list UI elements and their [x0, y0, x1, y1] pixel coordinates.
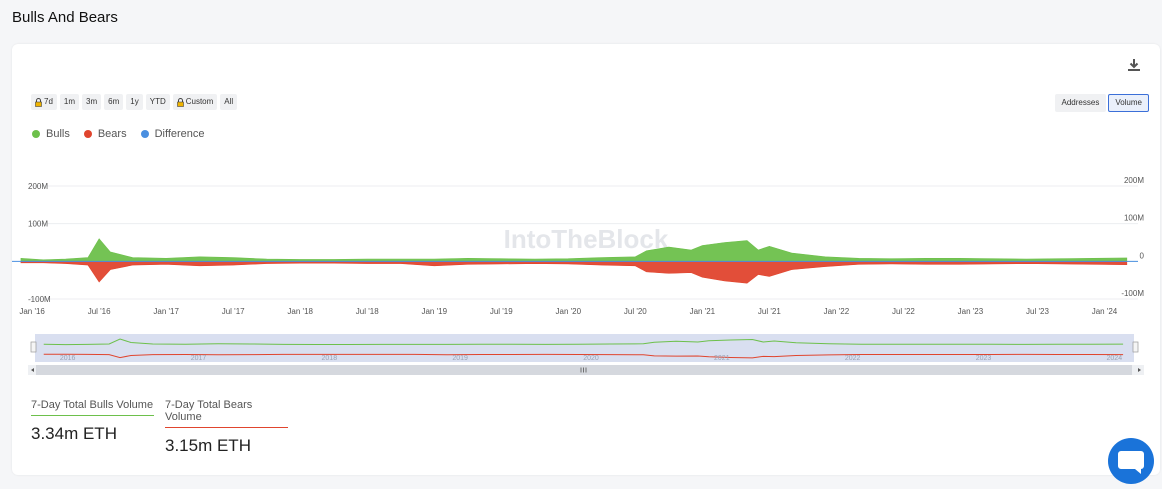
range-navigator[interactable]: 2016 2017 2018 2019 2020 2021 2022 2023 2024	[12, 332, 1160, 378]
navigator-scrollbar-thumb	[36, 365, 1132, 375]
addresses-mode-button[interactable]: Addresses	[1054, 94, 1107, 112]
navigator-year-label: 2021	[714, 355, 730, 362]
range-3m-button[interactable]: 3m	[82, 94, 102, 110]
x-tick: Jul '20	[624, 307, 647, 316]
navigator-year-label: 2023	[976, 355, 992, 362]
range-label: Custom	[185, 97, 214, 106]
navigator-year-label: 2020	[583, 355, 599, 362]
legend-label: Difference	[154, 128, 205, 140]
legend-label: Bulls	[46, 128, 70, 140]
x-tick: Jul '19	[490, 307, 513, 316]
stat-value: 3.15m ETH	[165, 436, 251, 455]
stat-underline	[31, 415, 154, 416]
legend-bulls[interactable]: Bulls	[32, 128, 70, 140]
range-1m-button[interactable]: 1m	[59, 94, 80, 110]
x-tick: Jul '17	[222, 307, 245, 316]
navigator-year-label: 2016	[60, 355, 76, 362]
bears-volume-stat: 7-Day Total Bears Volume 3.15m ETH	[165, 399, 288, 456]
navigator-year-label: 2018	[322, 355, 338, 362]
navigator-year-label: 2017	[191, 355, 207, 362]
navigator-year-label: 2024	[1107, 355, 1123, 362]
volume-mode-button[interactable]: Volume	[1108, 94, 1149, 112]
x-tick: Jul '18	[356, 307, 379, 316]
stat-label: 7-Day Total Bears Volume	[165, 399, 253, 423]
navigator-year-label: 2022	[845, 355, 861, 362]
x-tick: Jul '16	[88, 307, 111, 316]
lock-icon	[176, 97, 184, 107]
x-tick: Jan '22	[824, 307, 850, 316]
x-tick: Jan '18	[287, 307, 313, 316]
x-tick: Jan '19	[421, 307, 447, 316]
x-tick: Jul '23	[1026, 307, 1049, 316]
x-tick: Jan '23	[958, 307, 984, 316]
range-all-button[interactable]: All	[220, 94, 238, 110]
chat-bubble-icon	[1118, 451, 1144, 474]
y-tick-left: 100M	[28, 220, 48, 229]
page-title: Bulls And Bears	[12, 9, 118, 26]
range-6m-button[interactable]: 6m	[104, 94, 124, 110]
y-tick-right: -100M	[1121, 289, 1144, 298]
range-7d-button[interactable]: 7d	[31, 94, 57, 110]
y-tick-right: 200M	[1124, 176, 1144, 185]
range-custom-button[interactable]: Custom	[172, 94, 218, 110]
legend-label: Bears	[97, 128, 127, 140]
bulls-volume-stat: 7-Day Total Bulls Volume 3.34m ETH	[31, 399, 154, 456]
y-tick-left: -100M	[28, 295, 51, 304]
x-tick: Jan '24	[1092, 307, 1118, 316]
x-tick: Jan '20	[556, 307, 582, 316]
chart-legend: Bulls Bears Difference	[32, 128, 205, 140]
x-tick: Jul '22	[892, 307, 915, 316]
x-tick: Jan '17	[153, 307, 179, 316]
x-tick: Jul '21	[758, 307, 781, 316]
legend-bears[interactable]: Bears	[83, 128, 127, 140]
stat-underline	[165, 427, 288, 428]
y-tick-right: 100M	[1124, 214, 1144, 223]
series-area-bears	[20, 261, 1128, 284]
legend-dot	[140, 130, 149, 138]
time-range-selector: 7d 1m 3m 6m 1y YTD Custom All	[31, 94, 238, 110]
chart-card: 7d 1m 3m 6m 1y YTD Custom All Addresses …	[12, 44, 1160, 475]
stat-value: 3.34m ETH	[31, 424, 117, 443]
navigator-handle-right	[1132, 341, 1139, 353]
download-icon[interactable]	[1126, 57, 1142, 73]
range-ytd-button[interactable]: YTD	[145, 94, 170, 110]
lock-icon	[35, 97, 42, 107]
range-label: 7d	[44, 97, 53, 106]
x-tick: Jan '21	[690, 307, 716, 316]
chat-support-button[interactable]	[1108, 438, 1154, 484]
legend-dot	[83, 130, 92, 138]
stat-label: 7-Day Total Bulls Volume	[31, 399, 154, 411]
range-1y-button[interactable]: 1y	[126, 94, 143, 110]
navigator-handle-left	[30, 341, 37, 353]
y-tick-left: 200M	[28, 182, 48, 191]
watermark-text: IntoTheBlock	[504, 224, 669, 254]
navigator-year-label: 2019	[452, 355, 468, 362]
metric-mode-selector: Addresses Volume	[1054, 94, 1149, 112]
legend-difference[interactable]: Difference	[140, 128, 205, 140]
main-chart[interactable]: 200M 200M 100M 100M 0 -100M -100M IntoTheBlock J…	[12, 164, 1160, 324]
summary-stats: 7-Day Total Bulls Volume 3.34m ETH 7-Day…	[31, 399, 288, 456]
x-tick: Jan '16	[19, 307, 45, 316]
y-tick-right: 0	[1140, 251, 1145, 260]
legend-dot	[32, 130, 40, 138]
